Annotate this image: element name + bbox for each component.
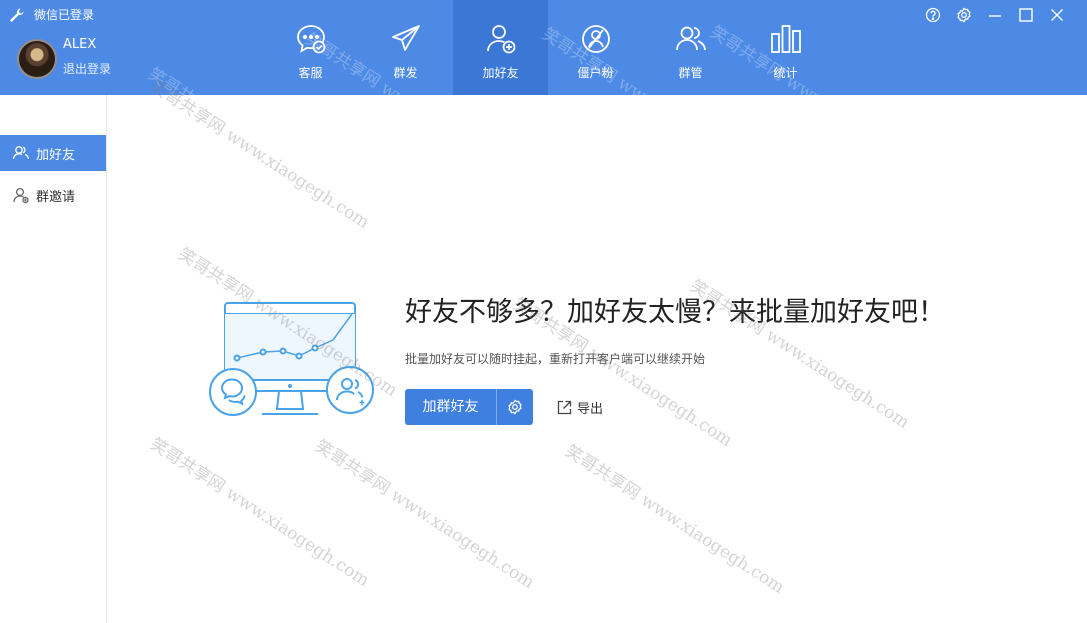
sidebar: 加好友 群邀请 (0, 95, 107, 623)
sidebar-item-label: 加好友 (36, 147, 76, 163)
nav-label: 加好友 (482, 66, 519, 80)
group-invite-icon (13, 187, 29, 204)
group-users-icon (676, 26, 706, 51)
window-controls (925, 6, 1065, 24)
nav-label: 统计 (773, 66, 798, 80)
wrench-icon[interactable] (8, 7, 24, 23)
minimize-icon (989, 15, 1001, 17)
watermark: 笑哥共享网 www.xiaogegh.com (146, 434, 373, 591)
maximize-icon (1019, 8, 1033, 22)
nav-label: 僵户粉 (577, 66, 614, 80)
close-button[interactable] (1049, 6, 1065, 24)
watermark: 笑哥共享网 www.xiaogegh.com (146, 76, 373, 233)
nav-tab-add-friends[interactable]: 加好友 (453, 0, 548, 95)
username: ALEX (63, 37, 97, 52)
add-friends-settings-button[interactable] (497, 389, 533, 425)
nav-label: 群发 (393, 66, 418, 80)
close-icon (1051, 9, 1063, 21)
login-status-text: 微信已登录 (34, 8, 95, 22)
help-icon (925, 7, 941, 23)
bar-chart-icon (771, 25, 801, 53)
nav-tab-group-manage[interactable]: 群管 (643, 0, 738, 95)
settings-button[interactable] (956, 6, 972, 24)
page-headline: 好友不够多？加好友太慢？来批量加好友吧！ (405, 297, 945, 328)
add-group-friends-button-group: 加群好友 (405, 389, 533, 425)
nav-label: 客服 (298, 66, 323, 80)
watermark: 笑哥共享网 www.xiaogegh.com (311, 436, 538, 593)
gear-icon (508, 399, 522, 415)
nav-label: 群管 (678, 66, 703, 80)
add-group-friends-button[interactable]: 加群好友 (405, 389, 497, 425)
add-friend-icon (12, 146, 30, 160)
nav-tab-zombie-fans[interactable]: 僵户粉 (548, 0, 643, 95)
settings-icon (957, 7, 971, 23)
page-subtext: 批量加好友可以随时挂起，重新打开客户端可以继续开始 (405, 352, 706, 366)
maximize-button[interactable] (1018, 6, 1034, 24)
logout-link[interactable]: 退出登录 (63, 62, 111, 76)
help-button[interactable] (925, 6, 941, 24)
sidebar-item-add-friends[interactable]: 加好友 (0, 135, 106, 171)
sidebar-item-group-invite[interactable]: 群邀请 (0, 177, 106, 213)
nav-tab-broadcast[interactable]: 群发 (358, 0, 453, 95)
nav-tab-customer-service[interactable]: 客服 (263, 0, 358, 95)
chat-bubble-icon (297, 25, 326, 54)
zombie-fan-icon (582, 25, 610, 53)
main-nav: 客服 群发 加好友 僵户粉 群管 统计 (263, 0, 833, 95)
export-link[interactable]: 导出 (556, 398, 604, 417)
watermark: 笑哥共享网 www.xiaogegh.com (561, 441, 788, 598)
title-bar: 微信已登录 ALEX 退出登录 客服 群发 加好友 僵户粉 群管 统计 笑哥共享… (0, 0, 1087, 221)
sidebar-item-label: 群邀请 (36, 189, 76, 205)
monitor-illustration (209, 302, 374, 416)
minimize-button[interactable] (987, 6, 1003, 24)
nav-tab-statistics[interactable]: 统计 (738, 0, 833, 95)
avatar[interactable] (17, 39, 57, 79)
paper-plane-icon (392, 25, 420, 51)
export-label: 导出 (577, 401, 604, 417)
export-icon (557, 400, 572, 414)
add-user-icon (487, 25, 516, 54)
